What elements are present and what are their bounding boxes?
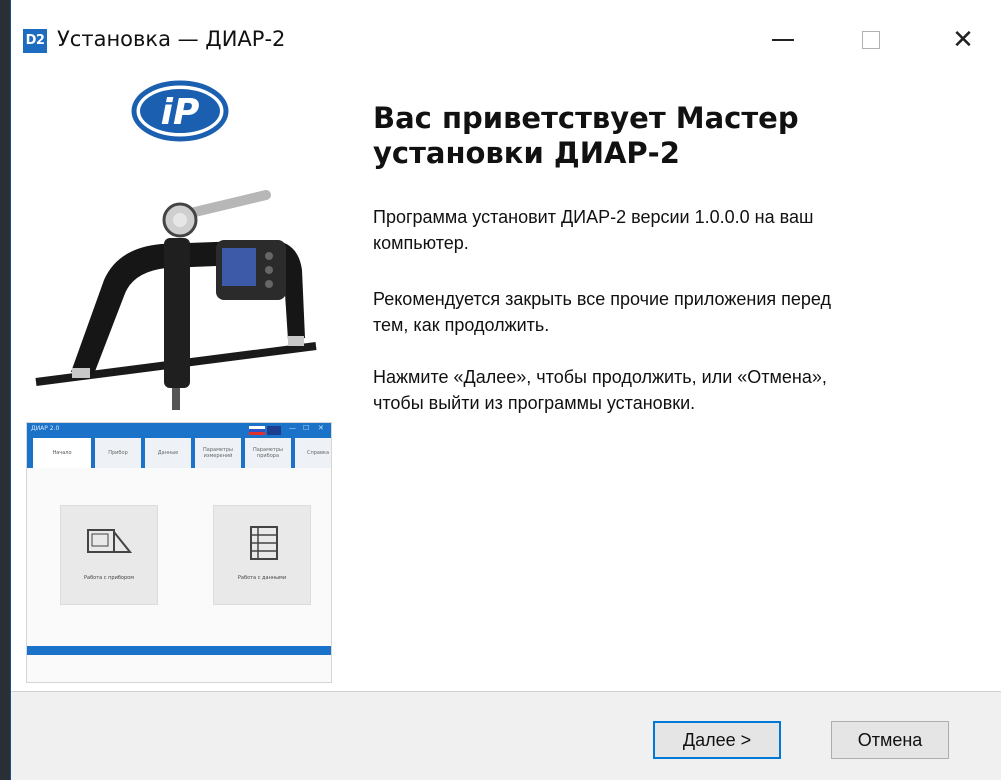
installer-window: D2 Установка — ДИАР-2 ✕ iP ДИАР 2.0 — ☐ … <box>10 0 1001 780</box>
preview-card-label: Работа с данными <box>237 575 287 581</box>
device-illustration <box>35 190 317 410</box>
preview-tab: Данные <box>145 438 191 468</box>
welcome-heading: Вас приветствует Мастер установки ДИАР-2 <box>373 101 799 170</box>
preview-maximize-icon: ☐ <box>303 424 310 432</box>
cancel-button[interactable]: Отмена <box>831 721 949 759</box>
minimize-icon <box>772 39 794 41</box>
preview-tab: Параметры измерений <box>195 438 241 468</box>
close-icon: ✕ <box>952 25 974 55</box>
preview-tab: Справка <box>295 438 331 468</box>
instructions-text: Нажмите «Далее», чтобы продолжить, или «… <box>373 367 827 413</box>
logo-text: iP <box>161 92 200 133</box>
data-list-icon <box>250 526 278 560</box>
preview-minimize-icon: — <box>289 424 296 432</box>
preview-card-label: Работа с прибором <box>84 575 134 581</box>
device-icon <box>87 529 132 553</box>
maximize-icon <box>862 31 880 49</box>
next-button[interactable]: Далее > <box>653 721 781 759</box>
preview-card-data: Работа с данными <box>213 505 311 605</box>
app-icon: D2 <box>23 29 47 53</box>
flag-ru-icon <box>249 426 265 435</box>
preview-tab: Параметры прибора <box>245 438 291 468</box>
install-info-text: Программа установит ДИАР-2 версии 1.0.0.… <box>373 207 814 253</box>
close-apps-text: Рекомендуется закрыть все прочие приложе… <box>373 289 832 335</box>
preview-title: ДИАР 2.0 <box>31 425 60 432</box>
preview-close-icon: ✕ <box>318 424 324 432</box>
preview-card-device: Работа с прибором <box>60 505 158 605</box>
flag-uk-icon <box>267 426 281 435</box>
wizard-footer: Далее > Отмена <box>11 692 1001 780</box>
close-button[interactable]: ✕ <box>933 12 993 68</box>
preview-tabs: Начало Прибор Данные Параметры измерений… <box>33 438 331 468</box>
wizard-side-image: iP ДИАР 2.0 — ☐ ✕ Начало Прибор Данные П… <box>11 80 336 691</box>
maximize-button <box>841 12 901 68</box>
wizard-content: iP ДИАР 2.0 — ☐ ✕ Начало Прибор Данные П… <box>11 80 1001 691</box>
minimize-button[interactable] <box>753 12 813 68</box>
company-logo: iP <box>131 80 229 142</box>
welcome-panel: Вас приветствует Мастер установки ДИАР-2… <box>373 80 973 691</box>
window-title: Установка — ДИАР-2 <box>57 27 286 51</box>
title-bar[interactable]: D2 Установка — ДИАР-2 ✕ <box>11 0 1001 80</box>
preview-footer-bar <box>27 646 331 655</box>
preview-header: ДИАР 2.0 — ☐ ✕ Начало Прибор Данные Пара… <box>27 423 331 468</box>
preview-tab: Прибор <box>95 438 141 468</box>
app-preview-screenshot: ДИАР 2.0 — ☐ ✕ Начало Прибор Данные Пара… <box>26 422 332 683</box>
preview-tab: Начало <box>33 438 91 468</box>
